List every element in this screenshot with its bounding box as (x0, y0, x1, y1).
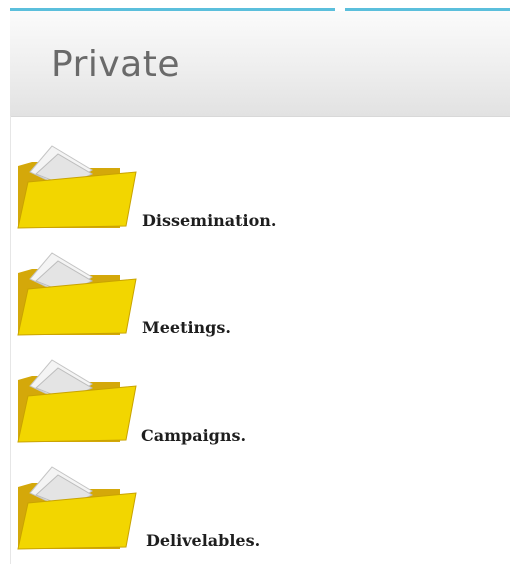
folder-label: Dissemination. (142, 211, 277, 230)
folder-label: Meetings. (142, 318, 231, 337)
page-header: Private (10, 11, 510, 117)
folder-item-dissemination[interactable]: Dissemination. (14, 140, 314, 240)
folder-item-campaigns[interactable]: Campaigns. (14, 354, 314, 454)
left-divider (10, 116, 11, 564)
folder-label: Delivelables. (146, 531, 261, 550)
folder-icon (17, 466, 137, 550)
folder-icon (17, 359, 137, 443)
folder-label: Campaigns. (141, 426, 247, 445)
folder-item-delivelables[interactable]: Delivelables. (14, 461, 314, 561)
folder-icon (17, 252, 137, 336)
folder-icon (17, 145, 137, 229)
page-title: Private (51, 44, 181, 85)
folder-item-meetings[interactable]: Meetings. (14, 247, 314, 347)
